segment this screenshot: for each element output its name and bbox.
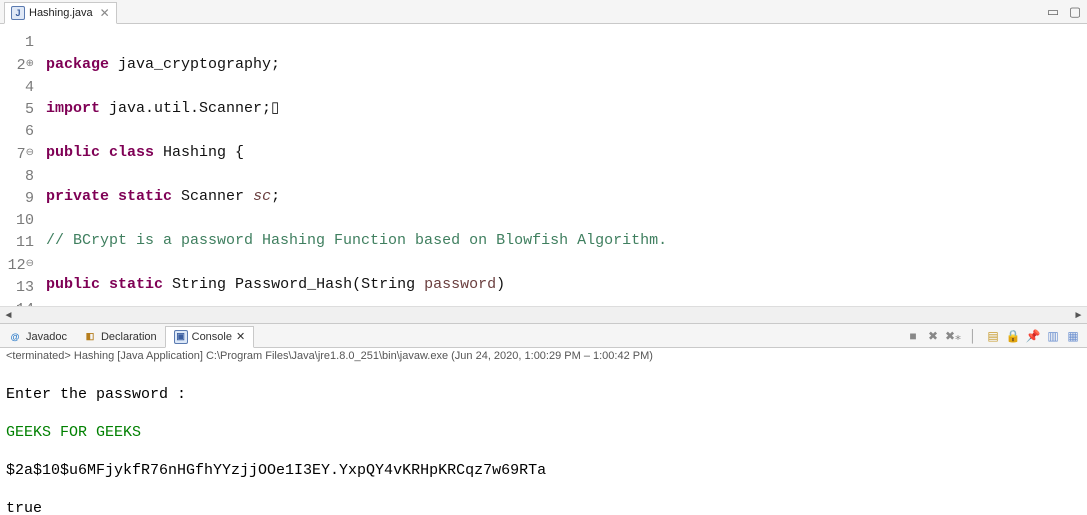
remove-launch-button[interactable]: ✖ bbox=[925, 328, 941, 344]
line-number: 14 bbox=[0, 299, 34, 306]
editor-tab-hashing[interactable]: J Hashing.java ✕ bbox=[4, 2, 117, 24]
maximize-button[interactable]: ▢ bbox=[1067, 5, 1083, 19]
line-number: 8 bbox=[0, 166, 34, 188]
fold-expand-icon[interactable]: ⊕ bbox=[26, 54, 34, 76]
close-icon[interactable]: ✕ bbox=[100, 6, 110, 20]
separator: │ bbox=[965, 328, 981, 344]
code-editor: 1 2⊕ 4 5 6 7⊖ 8 9 10 11 12⊖ 13 14 packag… bbox=[0, 24, 1087, 324]
fold-collapse-icon[interactable]: ⊖ bbox=[26, 254, 34, 276]
console-status: <terminated> Hashing [Java Application] … bbox=[0, 348, 1087, 364]
pin-console-button[interactable]: 📌 bbox=[1025, 328, 1041, 344]
tab-declaration[interactable]: ◧ Declaration bbox=[75, 326, 165, 348]
line-number: 12 bbox=[8, 257, 26, 274]
code-area[interactable]: package java_cryptography; import java.u… bbox=[40, 24, 1087, 306]
javadoc-icon: @ bbox=[8, 330, 22, 344]
close-icon[interactable]: ✕ bbox=[236, 330, 245, 343]
editor-tab-bar: J Hashing.java ✕ ▭ ▢ bbox=[0, 0, 1087, 24]
console-icon: ▣ bbox=[174, 330, 188, 344]
scroll-left-icon[interactable]: ◄ bbox=[0, 308, 17, 323]
stop-button[interactable]: ■ bbox=[905, 328, 921, 344]
line-number: 7 bbox=[17, 146, 26, 163]
line-number: 1 bbox=[0, 32, 34, 54]
console-toolbar: ■ ✖ ✖⁎ │ ▤ 🔒 📌 ▥ ▦ bbox=[905, 328, 1081, 344]
scroll-lock-button[interactable]: 🔒 bbox=[1005, 328, 1021, 344]
line-number: 9 bbox=[0, 188, 34, 210]
horizontal-scrollbar[interactable]: ◄ ► bbox=[0, 306, 1087, 323]
console-output[interactable]: Enter the password : GEEKS FOR GEEKS $2a… bbox=[0, 364, 1087, 515]
declaration-icon: ◧ bbox=[83, 330, 97, 344]
remove-all-button[interactable]: ✖⁎ bbox=[945, 328, 961, 344]
line-number: 6 bbox=[0, 121, 34, 143]
scroll-right-icon[interactable]: ► bbox=[1070, 308, 1087, 323]
tab-label: Javadoc bbox=[26, 331, 67, 343]
line-number: 10 bbox=[0, 210, 34, 232]
display-selected-button[interactable]: ▥ bbox=[1045, 328, 1061, 344]
minimize-button[interactable]: ▭ bbox=[1045, 5, 1061, 19]
console-line: $2a$10$u6MFjykfR76nHGfhYYzjjOOe1I3EY.Yxp… bbox=[6, 461, 1081, 480]
line-number: 11 bbox=[0, 232, 34, 254]
tab-label: Console bbox=[192, 331, 232, 343]
console-line: true bbox=[6, 499, 1081, 515]
line-number: 4 bbox=[0, 77, 34, 99]
open-console-button[interactable]: ▦ bbox=[1065, 328, 1081, 344]
line-number: 13 bbox=[0, 277, 34, 299]
bottom-view-tabs: @ Javadoc ◧ Declaration ▣ Console ✕ ■ ✖ … bbox=[0, 324, 1087, 348]
tab-console[interactable]: ▣ Console ✕ bbox=[165, 326, 255, 348]
java-file-icon: J bbox=[11, 6, 25, 20]
clear-console-button[interactable]: ▤ bbox=[985, 328, 1001, 344]
line-number: 2 bbox=[17, 57, 26, 74]
console-line-input: GEEKS FOR GEEKS bbox=[6, 423, 1081, 442]
fold-collapse-icon[interactable]: ⊖ bbox=[26, 143, 34, 165]
tab-javadoc[interactable]: @ Javadoc bbox=[0, 326, 75, 348]
console-line: Enter the password : bbox=[6, 385, 1081, 404]
line-gutter: 1 2⊕ 4 5 6 7⊖ 8 9 10 11 12⊖ 13 14 bbox=[0, 24, 40, 306]
line-number: 5 bbox=[0, 99, 34, 121]
tab-label: Declaration bbox=[101, 331, 157, 343]
tab-label: Hashing.java bbox=[29, 7, 93, 19]
